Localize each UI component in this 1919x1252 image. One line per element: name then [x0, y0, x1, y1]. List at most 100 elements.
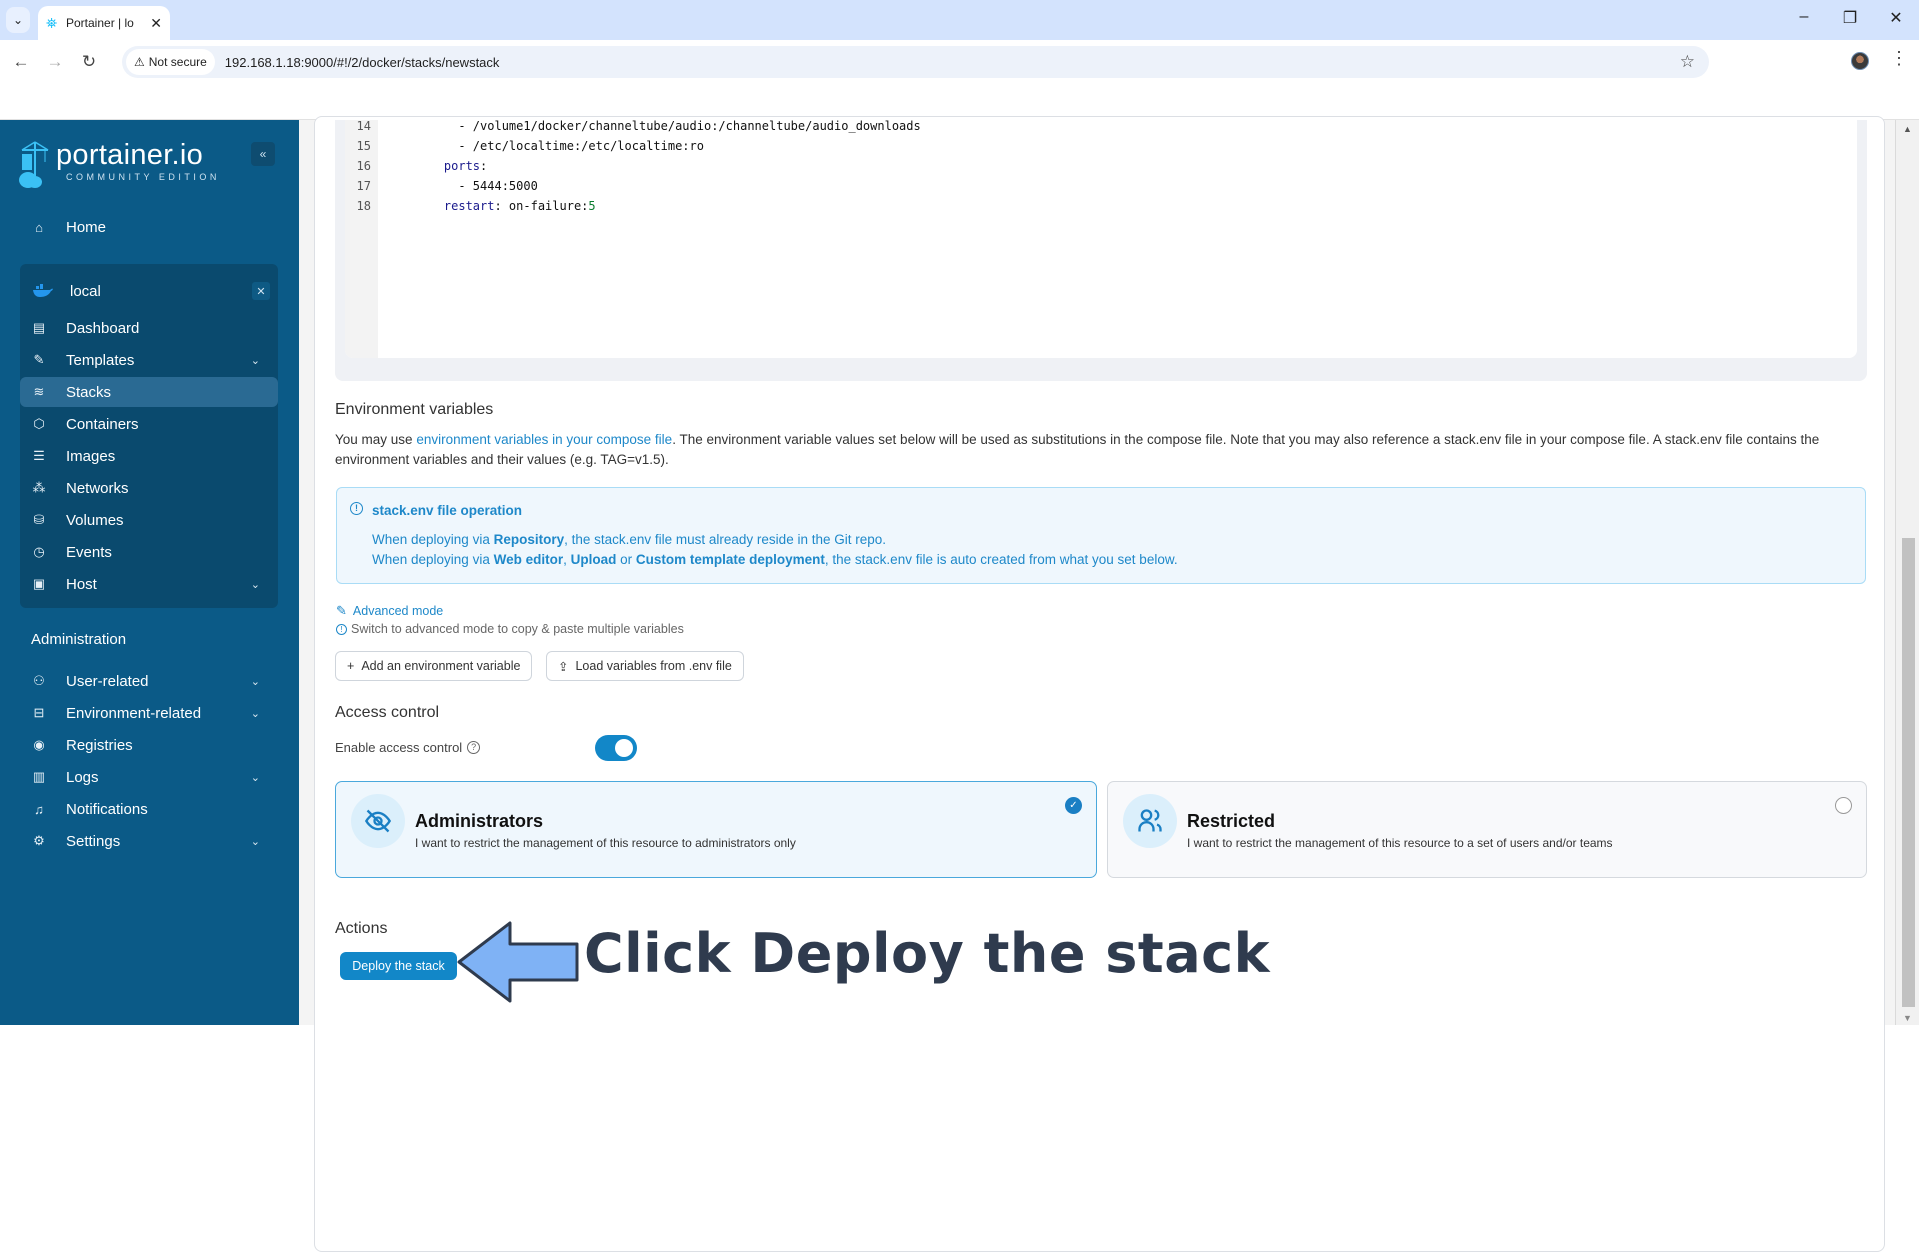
- url-text[interactable]: 192.168.1.18:9000/#!/2/docker/stacks/new…: [225, 55, 500, 70]
- edit-icon: ✎: [336, 603, 347, 618]
- chevron-down-icon[interactable]: ⌄: [251, 707, 260, 720]
- server-icon: ▣: [32, 576, 46, 591]
- compose-editor[interactable]: 14 - /volume1/docker/channeltube/audio:/…: [345, 120, 1857, 358]
- sidebar-item-label: Host: [66, 575, 97, 593]
- load-env-file-button[interactable]: ⇪ Load variables from .env file: [546, 651, 744, 681]
- file-text-icon: ▥: [32, 769, 46, 784]
- close-icon[interactable]: ✕: [150, 15, 162, 32]
- sidebar-item-label: Logs: [66, 768, 99, 786]
- users-icon: ⚇: [33, 673, 45, 688]
- sidebar-item-settings[interactable]: ⚙ Settings ⌄: [20, 826, 278, 856]
- info-line-web-editor: When deploying via Web editor, Upload or…: [372, 552, 1178, 567]
- option-restricted[interactable]: Restricted I want to restrict the manage…: [1107, 781, 1867, 878]
- forward-icon[interactable]: →: [42, 52, 68, 72]
- line-number: 18: [356, 199, 371, 213]
- sidebar-item-events[interactable]: ◷ Events: [20, 537, 278, 567]
- add-env-variable-button[interactable]: + Add an environment variable: [335, 651, 533, 681]
- window-close-icon[interactable]: ✕: [1876, 8, 1916, 28]
- sidebar-item-user-related[interactable]: ⚇ User-related ⌄: [20, 666, 278, 696]
- omnibox[interactable]: ⚠ Not secure 192.168.1.18:9000/#!/2/dock…: [122, 46, 1709, 78]
- sidebar-item-dashboard[interactable]: ▤ Dashboard: [20, 313, 278, 343]
- page-scrollbar[interactable]: ▲ ▼: [1895, 120, 1919, 1025]
- deploy-stack-button[interactable]: Deploy the stack: [340, 952, 457, 980]
- radio-button[interactable]: [1835, 797, 1852, 814]
- chevron-down-icon[interactable]: ⌄: [251, 578, 260, 591]
- sidebar-item-label: Home: [66, 218, 107, 236]
- line-number: 16: [356, 159, 371, 173]
- tab-search-button[interactable]: ⌄: [6, 7, 30, 33]
- back-icon[interactable]: ←: [8, 52, 34, 72]
- env-vars-docs-link[interactable]: environment variables in your compose fi…: [416, 432, 672, 447]
- security-label: Not secure: [148, 55, 207, 69]
- code-line: 18 restart: on-failure:5: [345, 196, 596, 216]
- portainer-logo[interactable]: portainer.io COMMUNITY EDITION: [18, 140, 220, 190]
- code-text: - /etc/localtime:/etc/localtime:ro: [415, 139, 704, 153]
- sidebar-item-containers[interactable]: ⬡ Containers: [20, 409, 278, 439]
- advanced-mode-hint: ! Switch to advanced mode to copy & past…: [336, 622, 684, 636]
- radio-icon: ◉: [33, 737, 45, 752]
- security-chip[interactable]: ⚠ Not secure: [126, 49, 215, 75]
- code-text: ports:: [415, 159, 488, 173]
- info-title: stack.env file operation: [372, 503, 523, 518]
- option-administrators[interactable]: Administrators I want to restrict the ma…: [335, 781, 1097, 878]
- code-line: 17 - 5444:5000: [345, 176, 538, 196]
- sidebar-item-label: Networks: [66, 479, 129, 497]
- collapse-sidebar-button[interactable]: «: [251, 142, 275, 166]
- access-control-toggle[interactable]: [595, 735, 637, 761]
- annotation-text: Click Deploy the stack: [584, 922, 1271, 985]
- chevrons-left-icon: «: [259, 147, 267, 161]
- docker-icon: [33, 284, 53, 297]
- scroll-up-icon[interactable]: ▲: [1903, 124, 1912, 134]
- line-number: 17: [356, 179, 371, 193]
- sidebar-item-label: Images: [66, 447, 116, 465]
- sidebar-item-label: Templates: [66, 351, 135, 369]
- sidebar-item-stacks[interactable]: ≋ Stacks: [20, 377, 278, 407]
- sidebar-item-templates[interactable]: ✎ Templates ⌄: [20, 345, 278, 375]
- code-line: 16 ports:: [345, 156, 488, 176]
- sidebar-item-environment-related[interactable]: ⊟ Environment-related ⌄: [20, 698, 278, 728]
- reload-icon[interactable]: ↻: [76, 52, 102, 72]
- chevron-down-icon[interactable]: ⌄: [251, 354, 260, 367]
- browser-menu-icon[interactable]: ⋮: [1890, 48, 1908, 69]
- sidebar-item-host[interactable]: ▣ Host ⌄: [20, 569, 278, 599]
- code-text: restart: on-failure:5: [415, 199, 596, 213]
- line-number: 14: [356, 120, 371, 133]
- sidebar-item-home[interactable]: ⌂ Home: [20, 212, 278, 242]
- environment-header[interactable]: local ✕: [20, 274, 278, 308]
- sidebar-item-notifications[interactable]: ♫ Notifications: [20, 794, 278, 824]
- label-text: Enable access control: [335, 740, 463, 755]
- bookmarks-bar: [0, 84, 1919, 120]
- profile-avatar[interactable]: [1851, 52, 1869, 70]
- sidebar-item-logs[interactable]: ▥ Logs ⌄: [20, 762, 278, 792]
- scroll-thumb[interactable]: [1902, 538, 1915, 1007]
- sidebar-item-label: Stacks: [66, 383, 112, 401]
- scroll-down-icon[interactable]: ▼: [1903, 1013, 1912, 1023]
- chevron-down-icon[interactable]: ⌄: [251, 675, 260, 688]
- address-bar-row: ← → ↻ ⚠ Not secure 192.168.1.18:9000/#!/…: [0, 40, 1919, 84]
- upload-icon: ⇪: [558, 659, 569, 674]
- info-icon: !: [336, 623, 347, 635]
- warning-icon: ⚠: [134, 55, 145, 69]
- database-icon: ⛁: [33, 512, 45, 527]
- eye-off-icon: [351, 794, 405, 848]
- sidebar-item-label: Environment-related: [66, 704, 202, 722]
- chevron-down-icon[interactable]: ⌄: [251, 771, 260, 784]
- close-environment-icon[interactable]: ✕: [252, 282, 270, 300]
- option-description: I want to restrict the management of thi…: [415, 836, 796, 850]
- bookmark-star-icon[interactable]: ☆: [1680, 52, 1695, 72]
- advanced-mode-link[interactable]: ✎ Advanced mode: [336, 603, 443, 619]
- logo-subtitle: COMMUNITY EDITION: [66, 172, 220, 182]
- sidebar-item-volumes[interactable]: ⛁ Volumes: [20, 505, 278, 535]
- logo-text: portainer.io: [56, 139, 204, 171]
- sidebar-item-images[interactable]: ☰ Images: [20, 441, 278, 471]
- network-icon: ⁂: [32, 480, 46, 495]
- enable-access-control-label: Enable access control ?: [335, 740, 481, 755]
- browser-tab[interactable]: ⛯ Portainer | lo ✕: [38, 6, 170, 40]
- help-icon[interactable]: ?: [467, 741, 481, 754]
- code-text: - /volume1/docker/channeltube/audio:/cha…: [415, 120, 921, 133]
- chevron-down-icon[interactable]: ⌄: [251, 835, 260, 848]
- sidebar-item-registries[interactable]: ◉ Registries: [20, 730, 278, 760]
- restore-icon[interactable]: ❐: [1830, 8, 1870, 28]
- sidebar-item-networks[interactable]: ⁂ Networks: [20, 473, 278, 503]
- minimize-icon[interactable]: –: [1784, 8, 1824, 26]
